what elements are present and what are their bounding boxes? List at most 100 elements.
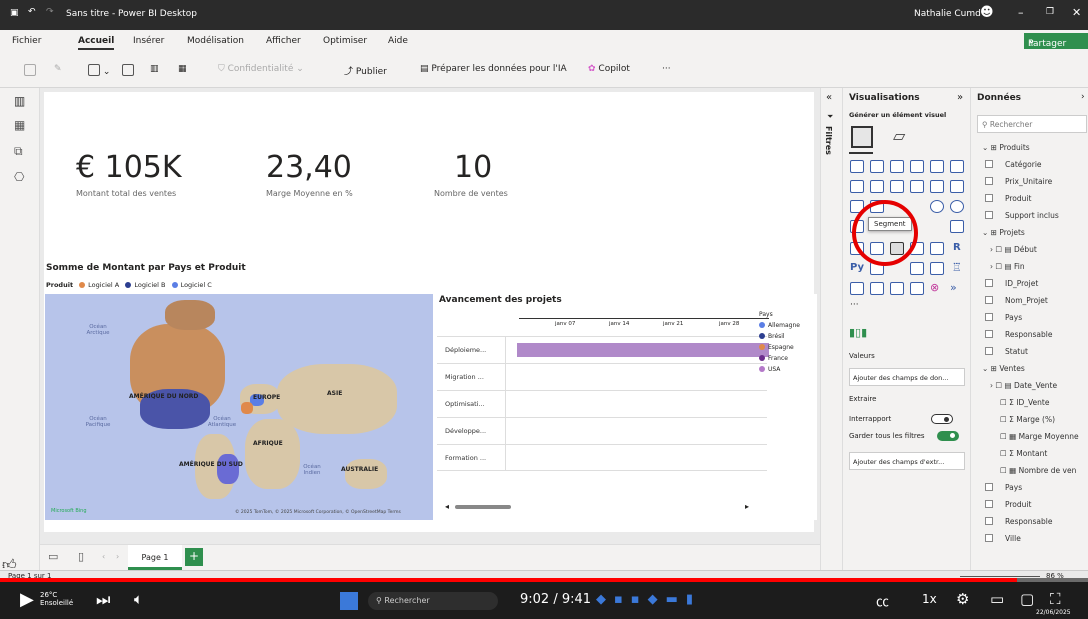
menu-view[interactable]: Afficher	[266, 36, 301, 46]
menu-optimize[interactable]: Optimiser	[323, 36, 367, 46]
redo-icon[interactable]: ↷	[46, 7, 54, 17]
add-page-button[interactable]: +	[185, 548, 203, 566]
100-bar-chart-icon[interactable]	[930, 160, 944, 173]
format-painter-icon[interactable]: ✎	[54, 64, 62, 74]
drillthrough-drop-zone[interactable]: Ajouter des champs d'extr...	[849, 452, 965, 470]
data-search-box[interactable]: ⚲ Rechercher	[977, 115, 1087, 133]
more-options-icon[interactable]: ···	[850, 300, 859, 310]
gantt-visual[interactable]: Avancement des projets janv 07 janv 14 j…	[437, 294, 817, 520]
field-checkbox[interactable]	[985, 279, 993, 287]
stacked-column-chart-icon[interactable]	[870, 160, 884, 173]
gantt-row[interactable]: Optimisati...	[437, 390, 767, 417]
menu-modeling[interactable]: Modélisation	[187, 36, 244, 46]
avatar-icon[interactable]: ☻	[980, 5, 994, 20]
captions-icon[interactable]: ㏄	[876, 591, 889, 610]
taskbar-app-icons[interactable]: ◆▪▪◆▬▮	[596, 592, 756, 610]
field-checkbox[interactable]	[985, 177, 993, 185]
field-item[interactable]: › ☐ ▤ Date_Vente	[990, 381, 1057, 390]
paste-icon[interactable]	[24, 64, 36, 76]
desktop-layout-icon[interactable]: ▭	[48, 550, 58, 563]
field-item[interactable]: ☐ Σ ID_Vente	[1000, 398, 1049, 407]
menu-help[interactable]: Aide	[388, 36, 408, 46]
field-item[interactable]: Statut	[985, 347, 1028, 356]
field-item[interactable]: Produit	[985, 500, 1031, 509]
taskbar-search[interactable]: ⚲ Rechercher	[368, 592, 498, 610]
qa-icon[interactable]	[930, 262, 944, 275]
table-ventes[interactable]: ⌄ ⊞ Ventes	[982, 364, 1025, 373]
report-view-icon[interactable]: ▥	[14, 94, 25, 108]
theater-icon[interactable]: ▢	[1020, 590, 1034, 608]
confidentiality-button[interactable]: ⛉ Confidentialité ⌄	[218, 64, 304, 74]
field-checkbox[interactable]	[985, 534, 993, 542]
format-visual-icon[interactable]: ▱	[893, 126, 905, 145]
custom-visual-icons[interactable]: ▮▯▮	[849, 326, 867, 339]
field-checkbox[interactable]	[985, 330, 993, 338]
table-view-icon[interactable]: ▦	[14, 118, 25, 132]
more-visuals-icon[interactable]: »	[950, 281, 957, 294]
trophy-icon[interactable]: ♖	[952, 261, 962, 274]
windows-start-icon[interactable]	[340, 592, 358, 610]
r-script-icon[interactable]: R	[953, 242, 961, 253]
field-checkbox[interactable]	[985, 483, 993, 491]
field-item[interactable]: Pays	[985, 483, 1022, 492]
card-icon[interactable]	[950, 220, 964, 233]
field-item[interactable]: Ville	[985, 534, 1021, 543]
spain-shape[interactable]	[241, 402, 253, 414]
waterfall-chart-icon[interactable]	[950, 180, 964, 193]
power-automate-icon[interactable]	[910, 282, 924, 295]
filters-pane-collapsed[interactable]: « ⏷ Filtres	[820, 88, 842, 570]
table-projets[interactable]: ⌄ ⊞ Projets	[982, 228, 1025, 237]
field-checkbox[interactable]	[985, 296, 993, 304]
column-chart-icon[interactable]: ▥	[150, 64, 159, 74]
zoom-slider[interactable]	[960, 576, 1040, 577]
field-item[interactable]: › ☐ ▤ Début	[990, 245, 1037, 254]
power-apps-icon[interactable]	[890, 282, 904, 295]
dax-view-icon[interactable]: ⎔	[14, 170, 24, 184]
field-checkbox[interactable]	[985, 517, 993, 525]
field-item[interactable]: Responsable	[985, 517, 1052, 526]
brazil-shape[interactable]	[217, 454, 239, 484]
gantt-bar[interactable]	[517, 343, 769, 357]
scroll-left-icon[interactable]: ◂	[445, 502, 449, 511]
clustered-column-chart-icon[interactable]	[910, 160, 924, 173]
publish-button[interactable]: ⤴ Publier	[344, 64, 387, 77]
get-data-icon[interactable]	[88, 64, 100, 76]
line-column-chart-icon[interactable]	[910, 180, 924, 193]
gantt-scrollbar[interactable]	[455, 505, 511, 509]
menu-insert[interactable]: Insérer	[133, 36, 164, 46]
field-checkbox[interactable]	[985, 160, 993, 168]
share-button[interactable]: ⇪ Partager ⌄	[1024, 33, 1088, 49]
minimize-icon[interactable]: –	[1018, 6, 1024, 19]
field-item[interactable]: ☐ ▦ Nombre de ven	[1000, 466, 1076, 475]
field-item[interactable]: ☐ Σ Marge (%)	[1000, 415, 1055, 424]
gantt-row[interactable]: Migration ...	[437, 363, 767, 390]
prev-page-icon[interactable]: ‹	[102, 552, 105, 561]
settings-gear-icon[interactable]: ⚙	[956, 590, 969, 608]
field-checkbox[interactable]	[985, 211, 993, 219]
field-item[interactable]: ID_Projet	[985, 279, 1038, 288]
expand-icon[interactable]: »	[957, 92, 963, 103]
decomposition-tree-icon[interactable]	[910, 262, 924, 275]
kpi-total-sales[interactable]: € 105K Montant total des ventes	[76, 150, 182, 198]
donut-chart-icon[interactable]	[950, 200, 964, 213]
build-visual-icon[interactable]	[851, 126, 873, 148]
field-item[interactable]: Support inclus	[985, 211, 1059, 220]
collapse-icon[interactable]: «	[826, 92, 832, 103]
field-item[interactable]: ☐ Σ Montant	[1000, 449, 1047, 458]
play-icon[interactable]: ▶	[20, 589, 34, 610]
restore-icon[interactable]: ❐	[1046, 7, 1054, 17]
cross-report-toggle[interactable]	[931, 414, 953, 424]
metrics-icon[interactable]: ⊗	[930, 281, 939, 294]
matrix-icon[interactable]	[930, 242, 944, 255]
field-item[interactable]: Prix_Unitaire	[985, 177, 1052, 186]
field-checkbox[interactable]	[985, 347, 993, 355]
tab-page-1[interactable]: Page 1	[128, 545, 182, 570]
scroll-right-icon[interactable]: ▸	[745, 502, 749, 511]
undo-icon[interactable]: ↶	[28, 7, 36, 17]
python-icon[interactable]: Py	[850, 262, 864, 273]
gantt-row[interactable]: Formation ...	[437, 444, 767, 471]
field-item[interactable]: ☐ ▦ Marge Moyenne	[1000, 432, 1079, 441]
australia-shape[interactable]	[345, 459, 387, 489]
recent-sources-icon[interactable]	[122, 64, 134, 76]
asia-shape[interactable]	[277, 364, 397, 434]
